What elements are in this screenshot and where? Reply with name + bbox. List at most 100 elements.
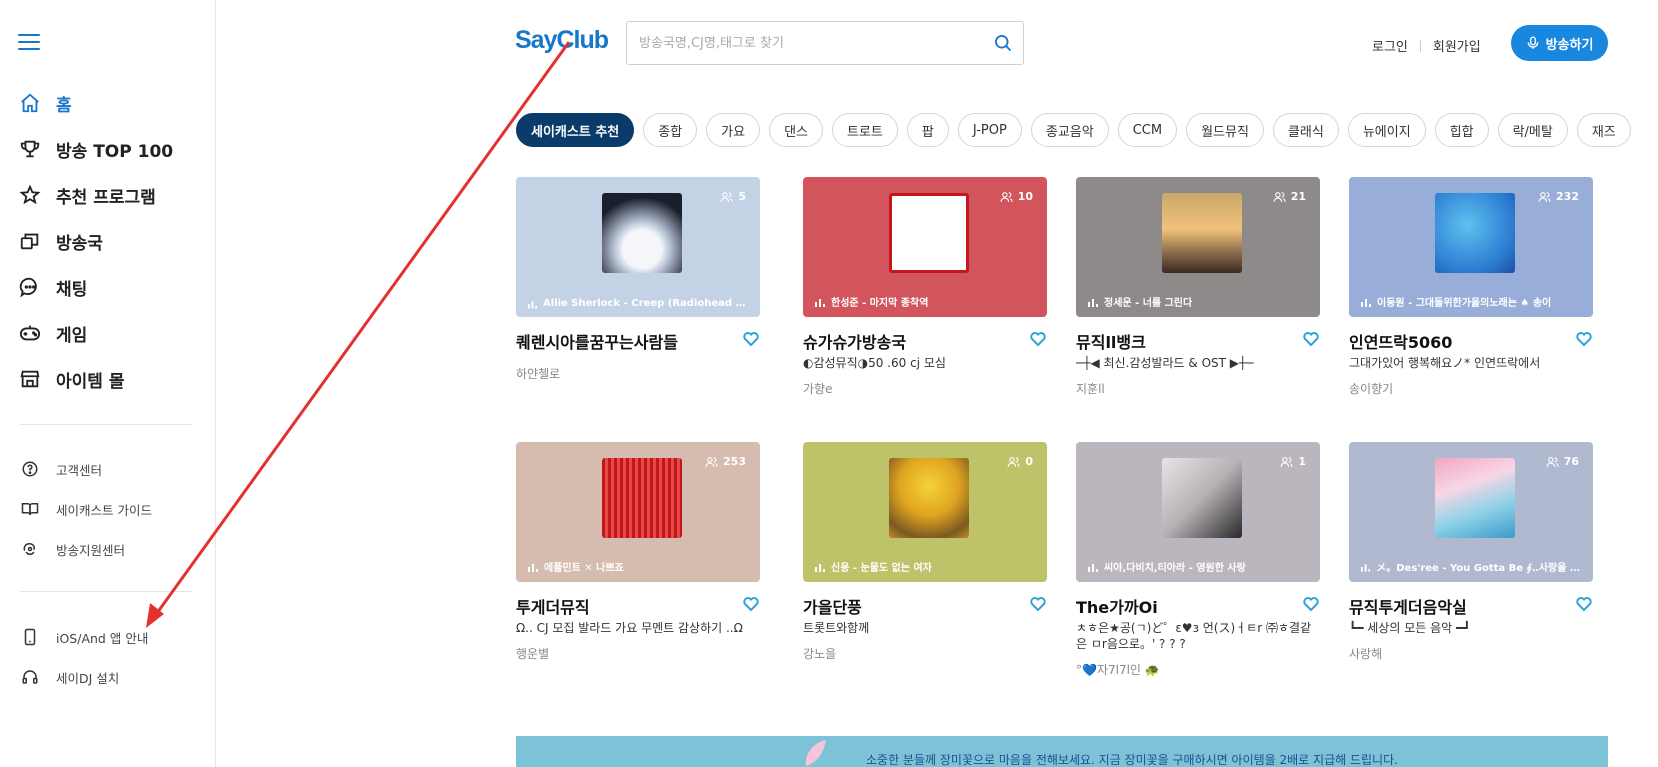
station-card: 232 이동원 - 그대들위한가을의노래는 ♠ 송이 인연뜨락5060 그대가있…: [1349, 177, 1593, 417]
now-playing: 에플민트 ✕ 나쁘죠: [528, 559, 748, 574]
station-description: 트롯트와함께: [803, 621, 870, 635]
station-title[interactable]: The가까Oi: [1076, 594, 1296, 618]
genre-chip[interactable]: 종합: [643, 113, 698, 147]
genre-chip[interactable]: 댄스: [769, 113, 824, 147]
genre-chip[interactable]: 힙합: [1434, 113, 1489, 147]
genre-chip[interactable]: 뉴에이지: [1347, 113, 1426, 147]
station-title[interactable]: 퀘렌시아를꿈꾸는사람들: [516, 329, 736, 353]
favorite-heart-icon[interactable]: [742, 595, 760, 613]
sidebar-item-chat[interactable]: 채팅: [18, 264, 198, 310]
sayclub-logo[interactable]: SayClub: [515, 26, 609, 55]
listener-count: 1: [1280, 455, 1306, 468]
promo-banner[interactable]: 소중한 분들께 장미꽃으로 마음을 전해보세요. 지금 장미꽃을 구매하시면 아…: [516, 736, 1608, 767]
sidebar-item-customer-center[interactable]: 고객센터: [20, 449, 200, 489]
station-owner[interactable]: 하얀첼로: [516, 365, 560, 382]
genre-chip[interactable]: 클래식: [1272, 113, 1339, 147]
search-input[interactable]: [627, 23, 983, 63]
station-owner[interactable]: 사랑해: [1349, 645, 1382, 662]
station-owner[interactable]: 강노을: [803, 645, 836, 662]
search-icon[interactable]: [983, 23, 1023, 63]
station-thumbnail[interactable]: 5 Allie Sherlock - Creep (Radiohead cove…: [516, 177, 760, 317]
genre-chip-recommended[interactable]: 세이캐스트 추천: [516, 113, 635, 147]
sidebar-item-recommended[interactable]: 추천 프로그램: [18, 172, 198, 218]
listener-count: 0: [1007, 455, 1033, 468]
sidebar-item-games[interactable]: 게임: [18, 310, 198, 356]
now-playing: 한성준 - 마지막 종착역: [815, 294, 1035, 309]
genre-chip[interactable]: 재즈: [1576, 113, 1631, 147]
station-title[interactable]: 투게더뮤직: [516, 594, 736, 618]
sidebar-divider: [20, 591, 192, 592]
station-description: ㅊㅎ은★공(ㄱ)ど゜ε♥з 언(ス)ㅓㅌr ㈜ㅎ결같은 ㅁr음으로。' ? ? …: [1076, 621, 1312, 651]
sidebar-item-label: 게임: [56, 325, 88, 346]
genre-chip[interactable]: CCM: [1117, 113, 1178, 147]
now-playing: メ。Des'ree - You Gotta Be ∮‥사랑을 나누다: [1361, 559, 1581, 574]
equalizer-icon: [815, 563, 825, 572]
album-cover: [1162, 193, 1242, 273]
listener-count: 5: [720, 190, 746, 203]
genre-chip[interactable]: 트로트: [832, 113, 898, 147]
main-nav: 홈 방송 TOP 100 추천 프로그램 방송국 채팅 게임 아이템 몰: [18, 80, 198, 402]
station-description: 그대가있어 행복해요ノ* 인연뜨락에서: [1349, 356, 1541, 370]
station-thumbnail[interactable]: 76 メ。Des'ree - You Gotta Be ∮‥사랑을 나누다: [1349, 442, 1593, 582]
favorite-heart-icon[interactable]: [1029, 330, 1047, 348]
station-title[interactable]: 슈가슈가방송국: [803, 329, 1023, 353]
listeners-icon: [1000, 191, 1013, 202]
equalizer-icon: [1361, 298, 1371, 307]
equalizer-icon: [1088, 563, 1098, 572]
station-card: 76 メ。Des'ree - You Gotta Be ∮‥사랑을 나누다 뮤직…: [1349, 442, 1593, 682]
sidebar-item-guide[interactable]: 세이캐스트 가이드: [20, 489, 200, 529]
sidebar-item-saydj[interactable]: 세이DJ 설치: [20, 657, 200, 697]
microphone-icon: [1526, 35, 1540, 51]
station-title[interactable]: 뮤직투게더음악실: [1349, 594, 1569, 618]
station-title[interactable]: 가을단풍: [803, 594, 1023, 618]
genre-chip[interactable]: 락/메탈: [1497, 113, 1568, 147]
now-playing: 씨야,다비치,티아라 - 영원한 사랑: [1088, 559, 1308, 574]
sidebar-item-app-guide[interactable]: iOS/And 앱 안내: [20, 617, 200, 657]
signup-link[interactable]: 회원가입: [1433, 36, 1481, 55]
station-thumbnail[interactable]: 21 정세운 - 너를 그린다: [1076, 177, 1320, 317]
station-title[interactable]: 인연뜨락5060: [1349, 329, 1569, 353]
now-playing: Allie Sherlock - Creep (Radiohead cover): [528, 298, 748, 309]
broadcast-button-label: 방송하기: [1545, 37, 1594, 53]
listeners-icon: [1546, 456, 1559, 467]
station-owner[interactable]: 가향e: [803, 380, 832, 397]
station-title[interactable]: 뮤직ll뱅크: [1076, 329, 1296, 353]
genre-chip[interactable]: J-POP: [957, 113, 1022, 147]
sidebar-item-label: 세이DJ 설치: [56, 670, 120, 686]
sidebar-item-home[interactable]: 홈: [18, 80, 198, 126]
favorite-heart-icon[interactable]: [1029, 595, 1047, 613]
favorite-heart-icon[interactable]: [1302, 330, 1320, 348]
station-owner[interactable]: 지훈ll: [1076, 380, 1105, 397]
genre-chip[interactable]: 가요: [706, 113, 761, 147]
gamepad-icon: [18, 321, 42, 345]
station-owner[interactable]: °💙자7l7l인 🐢: [1076, 661, 1160, 678]
sidebar-item-item-mall[interactable]: 아이템 몰: [18, 356, 198, 402]
genre-chip[interactable]: 종교음악: [1030, 113, 1109, 147]
favorite-heart-icon[interactable]: [1575, 595, 1593, 613]
headphones-icon: [20, 667, 40, 687]
genre-chip[interactable]: 팝: [906, 113, 949, 147]
station-owner[interactable]: 송이향기: [1349, 380, 1393, 397]
genre-chip[interactable]: 월드뮤직: [1186, 113, 1264, 147]
favorite-heart-icon[interactable]: [1575, 330, 1593, 348]
banner-text: 소중한 분들께 장미꽃으로 마음을 전해보세요. 지금 장미꽃을 구매하시면 아…: [866, 753, 1398, 767]
login-link[interactable]: 로그인: [1372, 36, 1408, 55]
equalizer-icon: [1361, 563, 1371, 572]
menu-icon[interactable]: [18, 34, 40, 52]
station-card: 0 신용 - 눈물도 없는 여자 가을단풍 트롯트와함께 강노을: [803, 442, 1047, 682]
station-thumbnail[interactable]: 10 한성준 - 마지막 종착역: [803, 177, 1047, 317]
album-cover: [889, 458, 969, 538]
broadcast-button[interactable]: 방송하기: [1511, 25, 1608, 61]
sidebar-item-label: 방송 TOP 100: [56, 141, 174, 162]
sidebar-item-label: 고객센터: [56, 462, 103, 478]
station-thumbnail[interactable]: 0 신용 - 눈물도 없는 여자: [803, 442, 1047, 582]
sidebar-item-stations[interactable]: 방송국: [18, 218, 198, 264]
favorite-heart-icon[interactable]: [742, 330, 760, 348]
favorite-heart-icon[interactable]: [1302, 595, 1320, 613]
sidebar-item-support-center[interactable]: 방송지원센터: [20, 529, 200, 569]
station-owner[interactable]: 행운별: [516, 645, 549, 662]
sidebar-item-top100[interactable]: 방송 TOP 100: [18, 126, 198, 172]
station-thumbnail[interactable]: 1 씨야,다비치,티아라 - 영원한 사랑: [1076, 442, 1320, 582]
station-thumbnail[interactable]: 232 이동원 - 그대들위한가을의노래는 ♠ 송이: [1349, 177, 1593, 317]
station-thumbnail[interactable]: 253 에플민트 ✕ 나쁘죠: [516, 442, 760, 582]
